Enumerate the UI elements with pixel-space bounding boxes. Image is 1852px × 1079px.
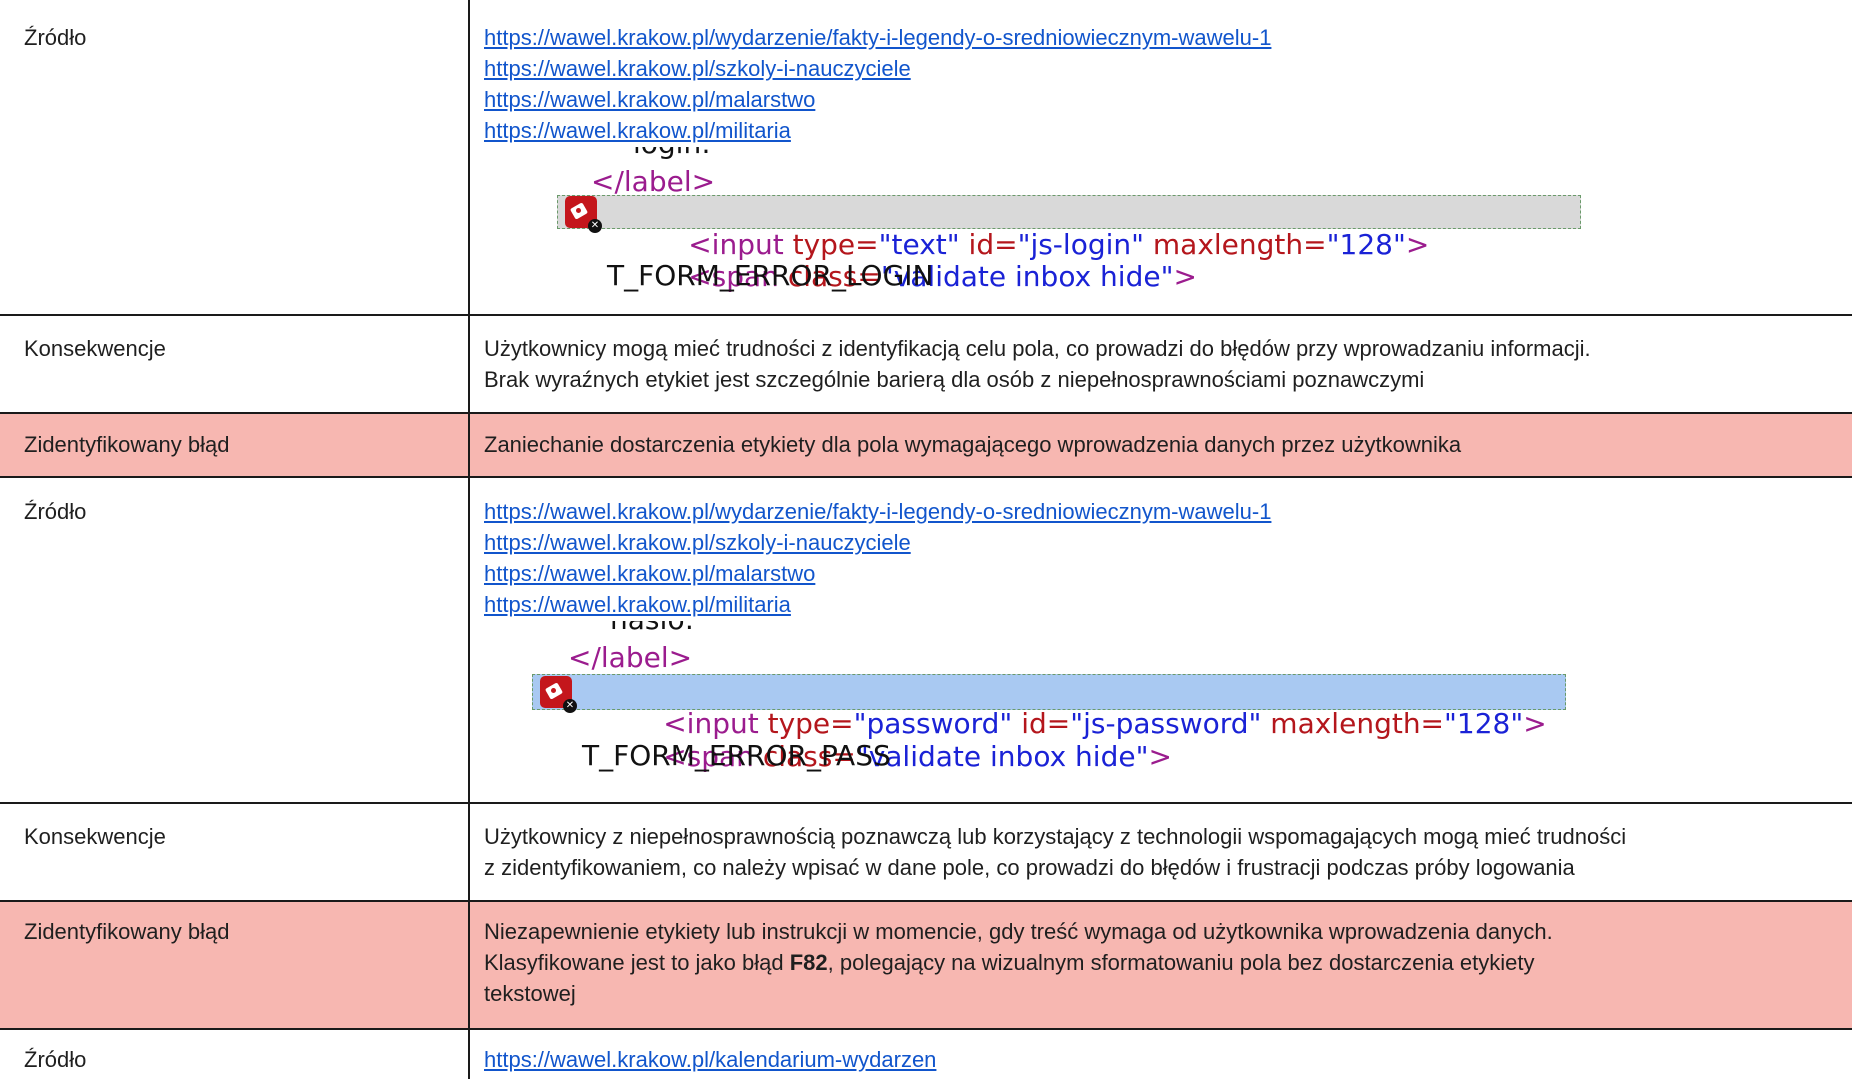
code-screenshot-password: hasło: </label> ✕ <input type="password"… xyxy=(530,621,1570,786)
accessibility-error-icon: ✕ xyxy=(540,676,577,713)
code-line: </label> xyxy=(568,641,693,674)
code-cut-line: login: xyxy=(633,147,711,160)
source-links: https://wawel.krakow.pl/kalendarium-wyda… xyxy=(484,1044,1852,1075)
source-link[interactable]: https://wawel.krakow.pl/wydarzenie/fakty… xyxy=(484,22,1852,53)
code-line: </label> xyxy=(591,165,716,198)
code-screenshot-login: login: </label> ✕ <input type="text" id=… xyxy=(555,147,1585,300)
source-link[interactable]: https://wawel.krakow.pl/szkoly-i-nauczyc… xyxy=(484,53,1852,84)
source-links: https://wawel.krakow.pl/wydarzenie/fakty… xyxy=(484,496,1852,620)
source-link[interactable]: https://wawel.krakow.pl/szkoly-i-nauczyc… xyxy=(484,527,1852,558)
error-text: Zaniechanie dostarczenia etykiety dla po… xyxy=(484,432,1462,457)
row-source-2: Źródło https://wawel.krakow.pl/wydarzeni… xyxy=(0,478,1852,802)
row-label: Zidentyfikowany błąd xyxy=(24,919,230,944)
row-label: Źródło xyxy=(24,25,87,50)
row-label: Konsekwencje xyxy=(24,824,166,849)
row-consequences-1: Konsekwencje Użytkownicy mogą mieć trudn… xyxy=(0,316,1852,412)
source-link[interactable]: https://wawel.krakow.pl/militaria xyxy=(484,589,1852,620)
row-consequences-2: Konsekwencje Użytkownicy z niepełnospraw… xyxy=(0,804,1852,900)
row-error-1: Zidentyfikowany błąd Zaniechanie dostarc… xyxy=(0,414,1852,476)
code-error-key: T_FORM_ERROR_LOGIN xyxy=(607,259,934,292)
source-link[interactable]: https://wawel.krakow.pl/kalendarium-wyda… xyxy=(484,1044,1852,1075)
column-divider xyxy=(468,0,470,1079)
consequences-text: Użytkownicy z niepełnosprawnością poznaw… xyxy=(484,824,1627,880)
row-label: Konsekwencje xyxy=(24,336,166,361)
source-link[interactable]: https://wawel.krakow.pl/militaria xyxy=(484,115,1852,146)
code-error-key: T_FORM_ERROR_PASS xyxy=(582,739,891,772)
source-link[interactable]: https://wawel.krakow.pl/wydarzenie/fakty… xyxy=(484,496,1852,527)
row-source-3: Źródło https://wawel.krakow.pl/kalendari… xyxy=(0,1030,1852,1079)
code-cut-line: hasło: xyxy=(610,621,694,636)
row-source-1: Źródło https://wawel.krakow.pl/wydarzeni… xyxy=(0,0,1852,314)
row-error-2: Zidentyfikowany błąd Niezapewnienie etyk… xyxy=(0,902,1852,1028)
row-label: Źródło xyxy=(24,499,87,524)
row-label: Zidentyfikowany błąd xyxy=(24,432,230,457)
row-label: Źródło xyxy=(24,1047,87,1072)
source-link[interactable]: https://wawel.krakow.pl/malarstwo xyxy=(484,84,1852,115)
source-links: https://wawel.krakow.pl/wydarzenie/fakty… xyxy=(484,22,1852,146)
accessibility-error-icon: ✕ xyxy=(565,196,602,233)
source-link[interactable]: https://wawel.krakow.pl/malarstwo xyxy=(484,558,1852,589)
error-text: Niezapewnienie etykiety lub instrukcji w… xyxy=(484,919,1553,1006)
consequences-text: Użytkownicy mogą mieć trudności z identy… xyxy=(484,336,1591,392)
error-code: F82 xyxy=(789,950,828,975)
